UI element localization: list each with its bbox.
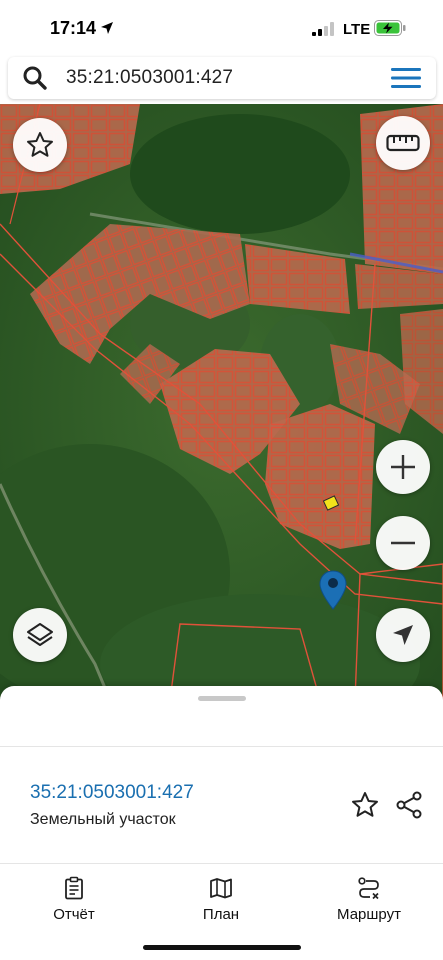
star-icon[interactable] (350, 790, 380, 820)
layers-icon (27, 623, 53, 646)
tab-report-label: Отчёт (53, 906, 95, 923)
parcel-type-label: Земельный участок (30, 811, 176, 828)
tab-route[interactable]: Маршрут (314, 876, 424, 924)
location-pin-icon (319, 570, 347, 610)
route-icon (358, 877, 379, 900)
divider (0, 746, 443, 747)
hamburger-menu-icon[interactable] (390, 66, 422, 90)
sheet-drag-handle[interactable] (198, 696, 246, 701)
search-input[interactable]: 35:21:0503001:427 (66, 67, 233, 89)
tab-plan-label: План (202, 906, 240, 923)
navigation-arrow-icon (393, 625, 413, 645)
battery-charging-icon (374, 20, 406, 36)
ruler-button[interactable] (376, 116, 430, 170)
tab-route-label: Маршрут (337, 906, 401, 923)
search-bar[interactable]: 35:21:0503001:427 (8, 57, 436, 99)
favorite-button[interactable] (13, 118, 67, 172)
parcel-number-link[interactable]: 35:21:0503001:427 (30, 782, 194, 804)
zoom-out-button[interactable] (376, 516, 430, 570)
search-icon[interactable] (22, 65, 48, 91)
carrier-label: LTE (343, 21, 371, 38)
location-arrow-icon (101, 22, 113, 34)
satellite-map (0, 104, 443, 700)
tab-report[interactable]: Отчёт (19, 876, 129, 924)
zoom-in-button[interactable] (376, 440, 430, 494)
home-indicator[interactable] (143, 945, 301, 950)
locate-me-button[interactable] (376, 608, 430, 662)
plus-icon (391, 455, 415, 479)
plan-map-icon (210, 878, 232, 899)
star-icon (27, 132, 53, 157)
ruler-icon (386, 134, 420, 152)
layers-button[interactable] (13, 608, 67, 662)
status-time: 17:14 (50, 18, 97, 38)
minus-icon (391, 541, 415, 545)
map-view[interactable] (0, 104, 443, 700)
share-icon[interactable] (394, 790, 424, 820)
parcel-bottom-sheet[interactable]: 35:21:0503001:427 Земельный участок Отчё… (0, 686, 443, 960)
divider (0, 863, 443, 864)
tab-plan[interactable]: План (166, 876, 276, 924)
status-bar: 17:14 LTE (0, 0, 443, 56)
report-clipboard-icon (65, 876, 83, 900)
signal-icon (312, 22, 334, 36)
